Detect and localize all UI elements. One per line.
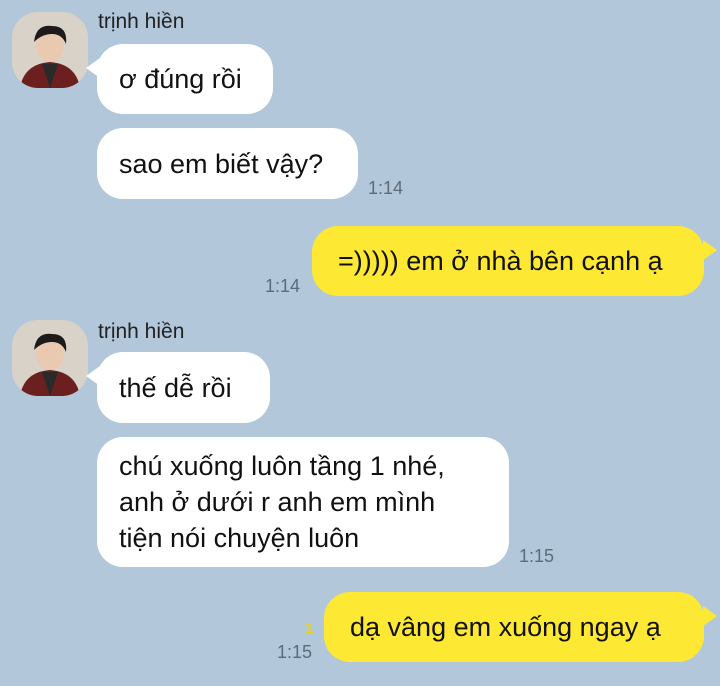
bubble-tail	[703, 606, 717, 626]
message-timestamp: 1:15	[277, 642, 313, 662]
message-bubble-incoming[interactable]: thế dễ rồi	[97, 352, 270, 423]
bubble-tail	[703, 240, 717, 260]
sender-name: trịnh hiền	[98, 320, 185, 343]
message-bubble-outgoing[interactable]: dạ vâng em xuống ngay ạ	[324, 592, 704, 662]
message-bubble-incoming[interactable]: chú xuống luôn tầng 1 nhé, anh ở dưới r …	[97, 437, 509, 567]
unread-count: 1	[305, 620, 314, 637]
message-text: =))))) em ở nhà bên cạnh ạ	[338, 246, 663, 276]
message-timestamp: 1:14	[265, 276, 301, 296]
avatar[interactable]	[12, 320, 88, 396]
avatar[interactable]	[12, 12, 88, 88]
message-text: dạ vâng em xuống ngay ạ	[350, 612, 661, 642]
profile-photo-icon	[12, 12, 88, 88]
message-text: sao em biết vậy?	[119, 148, 324, 179]
message-bubble-incoming[interactable]: ơ đúng rồi	[97, 44, 273, 114]
message-timestamp: 1:14	[368, 178, 404, 198]
message-bubble-incoming[interactable]: sao em biết vậy?	[97, 128, 358, 199]
message-text: chú xuống luôn tầng 1 nhé, anh ở dưới r …	[119, 451, 445, 553]
message-timestamp: 1:15	[519, 546, 555, 566]
message-text: ơ đúng rồi	[119, 64, 242, 94]
message-bubble-outgoing[interactable]: =))))) em ở nhà bên cạnh ạ	[312, 226, 704, 296]
profile-photo-icon	[12, 320, 88, 396]
message-text: thế dễ rồi	[119, 372, 232, 403]
sender-name: trịnh hiền	[98, 10, 185, 33]
